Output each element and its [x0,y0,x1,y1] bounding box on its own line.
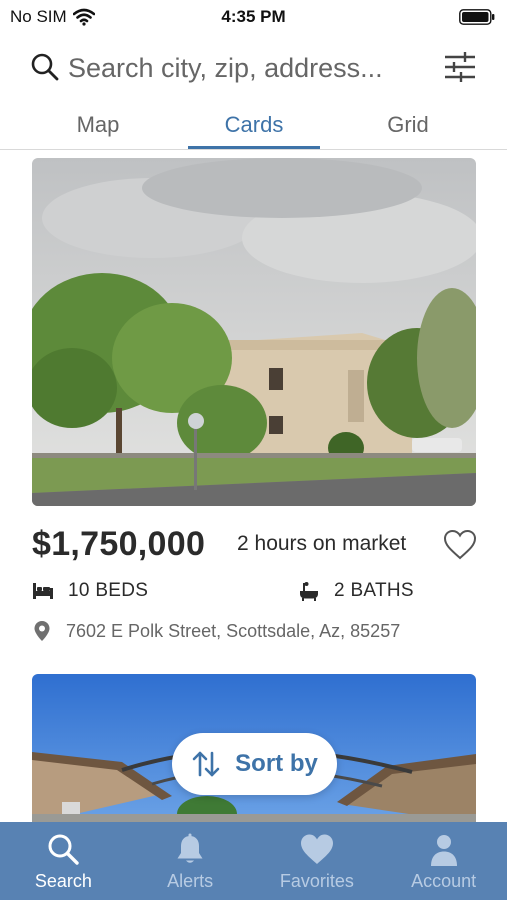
bottom-nav: Search Alerts Favorites Account [0,822,507,900]
favorite-heart-icon[interactable] [443,529,477,561]
battery-icon [459,9,495,25]
filter-sliders-icon[interactable] [443,49,477,85]
status-time: 4:35 PM [221,7,286,26]
tab-grid[interactable]: Grid [348,100,468,150]
listing-price: $1,750,000 [32,525,206,563]
heart-icon [300,834,333,864]
sort-by-button[interactable]: Sort by [172,733,337,795]
beds-count: 10 BEDS [68,580,149,601]
location-pin-icon [34,621,50,641]
search-input[interactable] [68,50,428,86]
tab-map[interactable]: Map [38,100,158,150]
beds-info: 10 BEDS [32,580,148,602]
nav-alerts-label: Alerts [167,871,214,891]
active-tab-indicator [188,146,320,149]
status-bar: No SIM 4:35 PM [0,0,507,34]
nav-favorites-label: Favorites [279,871,354,891]
time-on-market: 2 hours on market [237,532,407,555]
bathtub-icon [300,582,318,601]
listing-address[interactable]: 7602 E Polk Street, Scottsdale, Az, 8525… [32,620,400,642]
nav-favorites[interactable]: Favorites [254,822,381,900]
baths-info: 2 BATHS [298,580,414,602]
address-text: 7602 E Polk Street, Scottsdale, Az, 8525… [66,620,401,641]
bed-icon [33,583,53,599]
sort-by-label: Sort by [235,750,318,777]
nav-search[interactable]: Search [0,822,127,900]
nav-search-label: Search [34,871,92,891]
nav-account-label: Account [411,871,477,891]
tab-cards[interactable]: Cards [188,100,320,150]
view-tabs: Map Cards Grid [0,100,507,150]
bell-icon [177,833,203,863]
listing-photo[interactable] [32,158,476,506]
nav-account[interactable]: Account [380,822,507,900]
search-icon [48,834,80,865]
baths-count: 2 BATHS [334,580,414,601]
person-icon [430,835,457,866]
search-bar [0,40,507,96]
search-icon [31,53,59,81]
sort-arrows-icon [192,751,220,777]
nav-alerts[interactable]: Alerts [127,822,254,900]
